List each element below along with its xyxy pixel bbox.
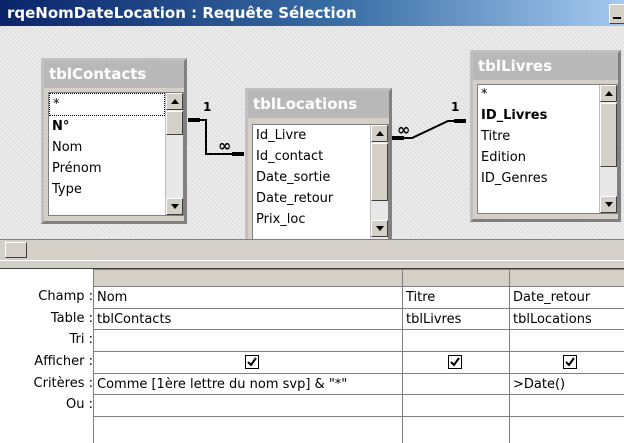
design-area-scrollbar[interactable] (0, 239, 624, 261)
field-list-contacts[interactable]: * N° Nom Prénom Type (48, 92, 184, 216)
field-item[interactable]: * (478, 85, 617, 105)
scroll-down-button[interactable] (600, 196, 617, 213)
scroll-up-button[interactable] (371, 125, 388, 142)
query-design-area: 1 ∞ ∞ 1 tblContacts * N° Nom Prénom Type… (0, 26, 624, 242)
grid-cell-champ[interactable]: Nom (97, 290, 127, 305)
scroll-thumb[interactable] (371, 143, 388, 201)
arrow-up-icon (376, 131, 384, 136)
grid-cell-table[interactable]: tblContacts (97, 312, 171, 327)
query-grid-pane: Champ : Table : Tri : Afficher : Critère… (0, 269, 624, 443)
field-item[interactable]: Titre (478, 126, 617, 147)
show-checkbox-3[interactable] (563, 355, 577, 369)
relation-many-label-1: ∞ (218, 136, 232, 155)
field-item[interactable]: ID_Livres (478, 105, 617, 126)
scrollbar-contacts[interactable] (165, 93, 183, 215)
table-box-locations[interactable]: tblLocations Id_Livre Id_contact Date_so… (245, 88, 392, 242)
row-label-criteres: Critères : (33, 376, 93, 391)
scroll-thumb[interactable] (166, 111, 183, 135)
row-label-ou: Ou : (66, 397, 93, 412)
row-label-champ: Champ : (38, 289, 93, 304)
scrollbar-livres[interactable] (599, 85, 617, 213)
scroll-up-button[interactable] (600, 85, 617, 102)
field-item[interactable]: Prénom (49, 158, 183, 179)
field-item[interactable]: N° (49, 116, 183, 137)
scroll-thumb[interactable] (5, 242, 27, 258)
grid-cell-table[interactable]: tblLocations (513, 312, 621, 327)
table-header-livres[interactable]: tblLivres (473, 53, 618, 80)
window-title: rqeNomDateLocation : Requête Sélection (7, 4, 357, 22)
scroll-down-button[interactable] (166, 198, 183, 215)
arrow-up-icon (605, 91, 613, 96)
field-list-locations[interactable]: Id_Livre Id_contact Date_sortie Date_ret… (252, 124, 389, 239)
relation-many-label-2: ∞ (397, 120, 411, 139)
scroll-thumb[interactable] (600, 103, 617, 167)
grid-cell-criteres[interactable]: >Date() (513, 377, 621, 392)
check-icon (565, 357, 575, 367)
check-icon (247, 357, 257, 367)
scrollbar-locations[interactable] (370, 125, 388, 239)
check-icon (450, 357, 460, 367)
relation-one-label-1: 1 (203, 100, 212, 114)
field-item[interactable]: Type (49, 179, 183, 200)
arrow-down-icon (376, 226, 384, 231)
grid-cell-table[interactable]: tblLivres (406, 312, 461, 327)
column-selector-bar[interactable] (93, 269, 624, 286)
table-box-livres[interactable]: tblLivres * ID_Livres Titre Edition ID_G… (470, 50, 621, 222)
row-label-tri: Tri : (69, 332, 94, 347)
arrow-up-icon (171, 99, 179, 104)
arrow-down-icon (171, 204, 179, 209)
field-item[interactable]: ID_Genres (478, 168, 617, 189)
field-item[interactable]: Id_Livre (253, 125, 388, 146)
field-item[interactable]: Nom (49, 137, 183, 158)
field-item[interactable]: Date_retour (253, 188, 388, 209)
field-item[interactable]: * (49, 93, 165, 116)
grid-cell-criteres[interactable]: Comme [1ère lettre du nom svp] & "*" (97, 377, 397, 392)
relation-one-label-2: 1 (451, 100, 460, 114)
row-label-afficher: Afficher : (34, 354, 93, 369)
design-grid: Nom tblContacts Comme [1ère lettre du no… (93, 269, 624, 443)
minimize-button[interactable] (609, 4, 624, 24)
show-checkbox-1[interactable] (245, 355, 259, 369)
grid-cell-champ[interactable]: Titre (406, 290, 435, 305)
field-list-livres[interactable]: * ID_Livres Titre Edition ID_Genres (477, 84, 618, 214)
window-title-bar[interactable]: rqeNomDateLocation : Requête Sélection (0, 0, 624, 26)
field-item[interactable]: Prix_loc (253, 209, 388, 230)
field-item[interactable]: Edition (478, 147, 617, 168)
scroll-up-button[interactable] (166, 93, 183, 110)
field-item[interactable]: Date_sortie (253, 167, 388, 188)
show-checkbox-2[interactable] (448, 355, 462, 369)
table-header-contacts[interactable]: tblContacts (44, 61, 184, 88)
grid-cell-champ[interactable]: Date_retour (513, 290, 621, 305)
table-box-contacts[interactable]: tblContacts * N° Nom Prénom Type (41, 58, 187, 224)
field-item[interactable]: Id_contact (253, 146, 388, 167)
scroll-down-button[interactable] (371, 220, 388, 237)
row-label-table: Table : (50, 311, 93, 326)
table-header-locations[interactable]: tblLocations (248, 91, 389, 118)
arrow-down-icon (605, 202, 613, 207)
